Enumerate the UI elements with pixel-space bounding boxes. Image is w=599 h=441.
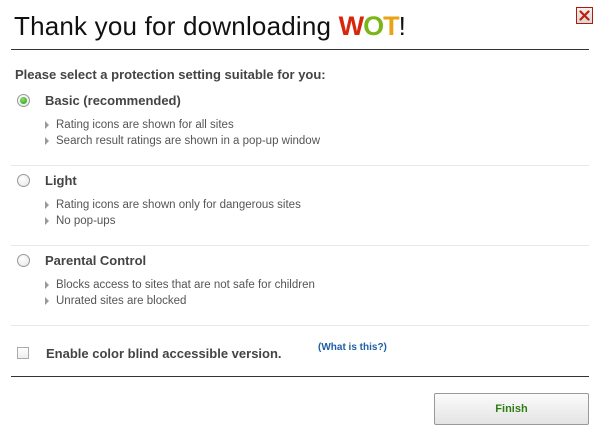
option-basic[interactable]: Basic (recommended) Rating icons are sho…	[11, 86, 589, 166]
bottom-divider	[11, 376, 589, 377]
option-parental-control[interactable]: Parental Control Blocks access to sites …	[11, 246, 589, 326]
radio-parental-control[interactable]	[17, 254, 30, 267]
option-light-label: Light	[45, 173, 77, 188]
option-parental-control-label: Parental Control	[45, 253, 147, 268]
selection-prompt: Please select a protection setting suita…	[15, 67, 326, 82]
title-suffix: !	[398, 11, 407, 41]
top-divider	[11, 49, 589, 50]
option-basic-details: Rating icons are shown for all sites Sea…	[45, 117, 320, 149]
radio-selected-dot	[20, 97, 27, 104]
wot-logo: WOT	[338, 11, 400, 41]
radio-basic[interactable]	[17, 94, 30, 107]
bullet-arrow-icon	[45, 281, 49, 289]
what-is-this-link[interactable]: (What is this?)	[318, 342, 387, 353]
detail-item: Blocks access to sites that are not safe…	[45, 277, 315, 293]
detail-item: Search result ratings are shown in a pop…	[45, 133, 320, 149]
option-basic-label: Basic (recommended)	[45, 93, 181, 108]
close-button[interactable]	[576, 7, 593, 24]
bullet-arrow-icon	[45, 297, 49, 305]
dialog-title: Thank you for downloading WOT!	[14, 11, 406, 42]
detail-item: Rating icons are shown only for dangerou…	[45, 197, 301, 213]
title-text: Thank you for downloading	[14, 11, 339, 41]
bullet-arrow-icon	[45, 137, 49, 145]
close-icon	[579, 10, 590, 21]
bullet-arrow-icon	[45, 217, 49, 225]
option-light-details: Rating icons are shown only for dangerou…	[45, 197, 301, 229]
option-light[interactable]: Light Rating icons are shown only for da…	[11, 166, 589, 246]
colorblind-label[interactable]: Enable color blind accessible version.	[46, 346, 282, 361]
finish-button[interactable]: Finish	[434, 393, 589, 425]
radio-light[interactable]	[17, 174, 30, 187]
detail-item: No pop-ups	[45, 213, 301, 229]
detail-item: Unrated sites are blocked	[45, 293, 315, 309]
bullet-arrow-icon	[45, 201, 49, 209]
detail-item: Rating icons are shown for all sites	[45, 117, 320, 133]
colorblind-checkbox[interactable]	[17, 347, 29, 359]
option-parental-control-details: Blocks access to sites that are not safe…	[45, 277, 315, 309]
bullet-arrow-icon	[45, 121, 49, 129]
